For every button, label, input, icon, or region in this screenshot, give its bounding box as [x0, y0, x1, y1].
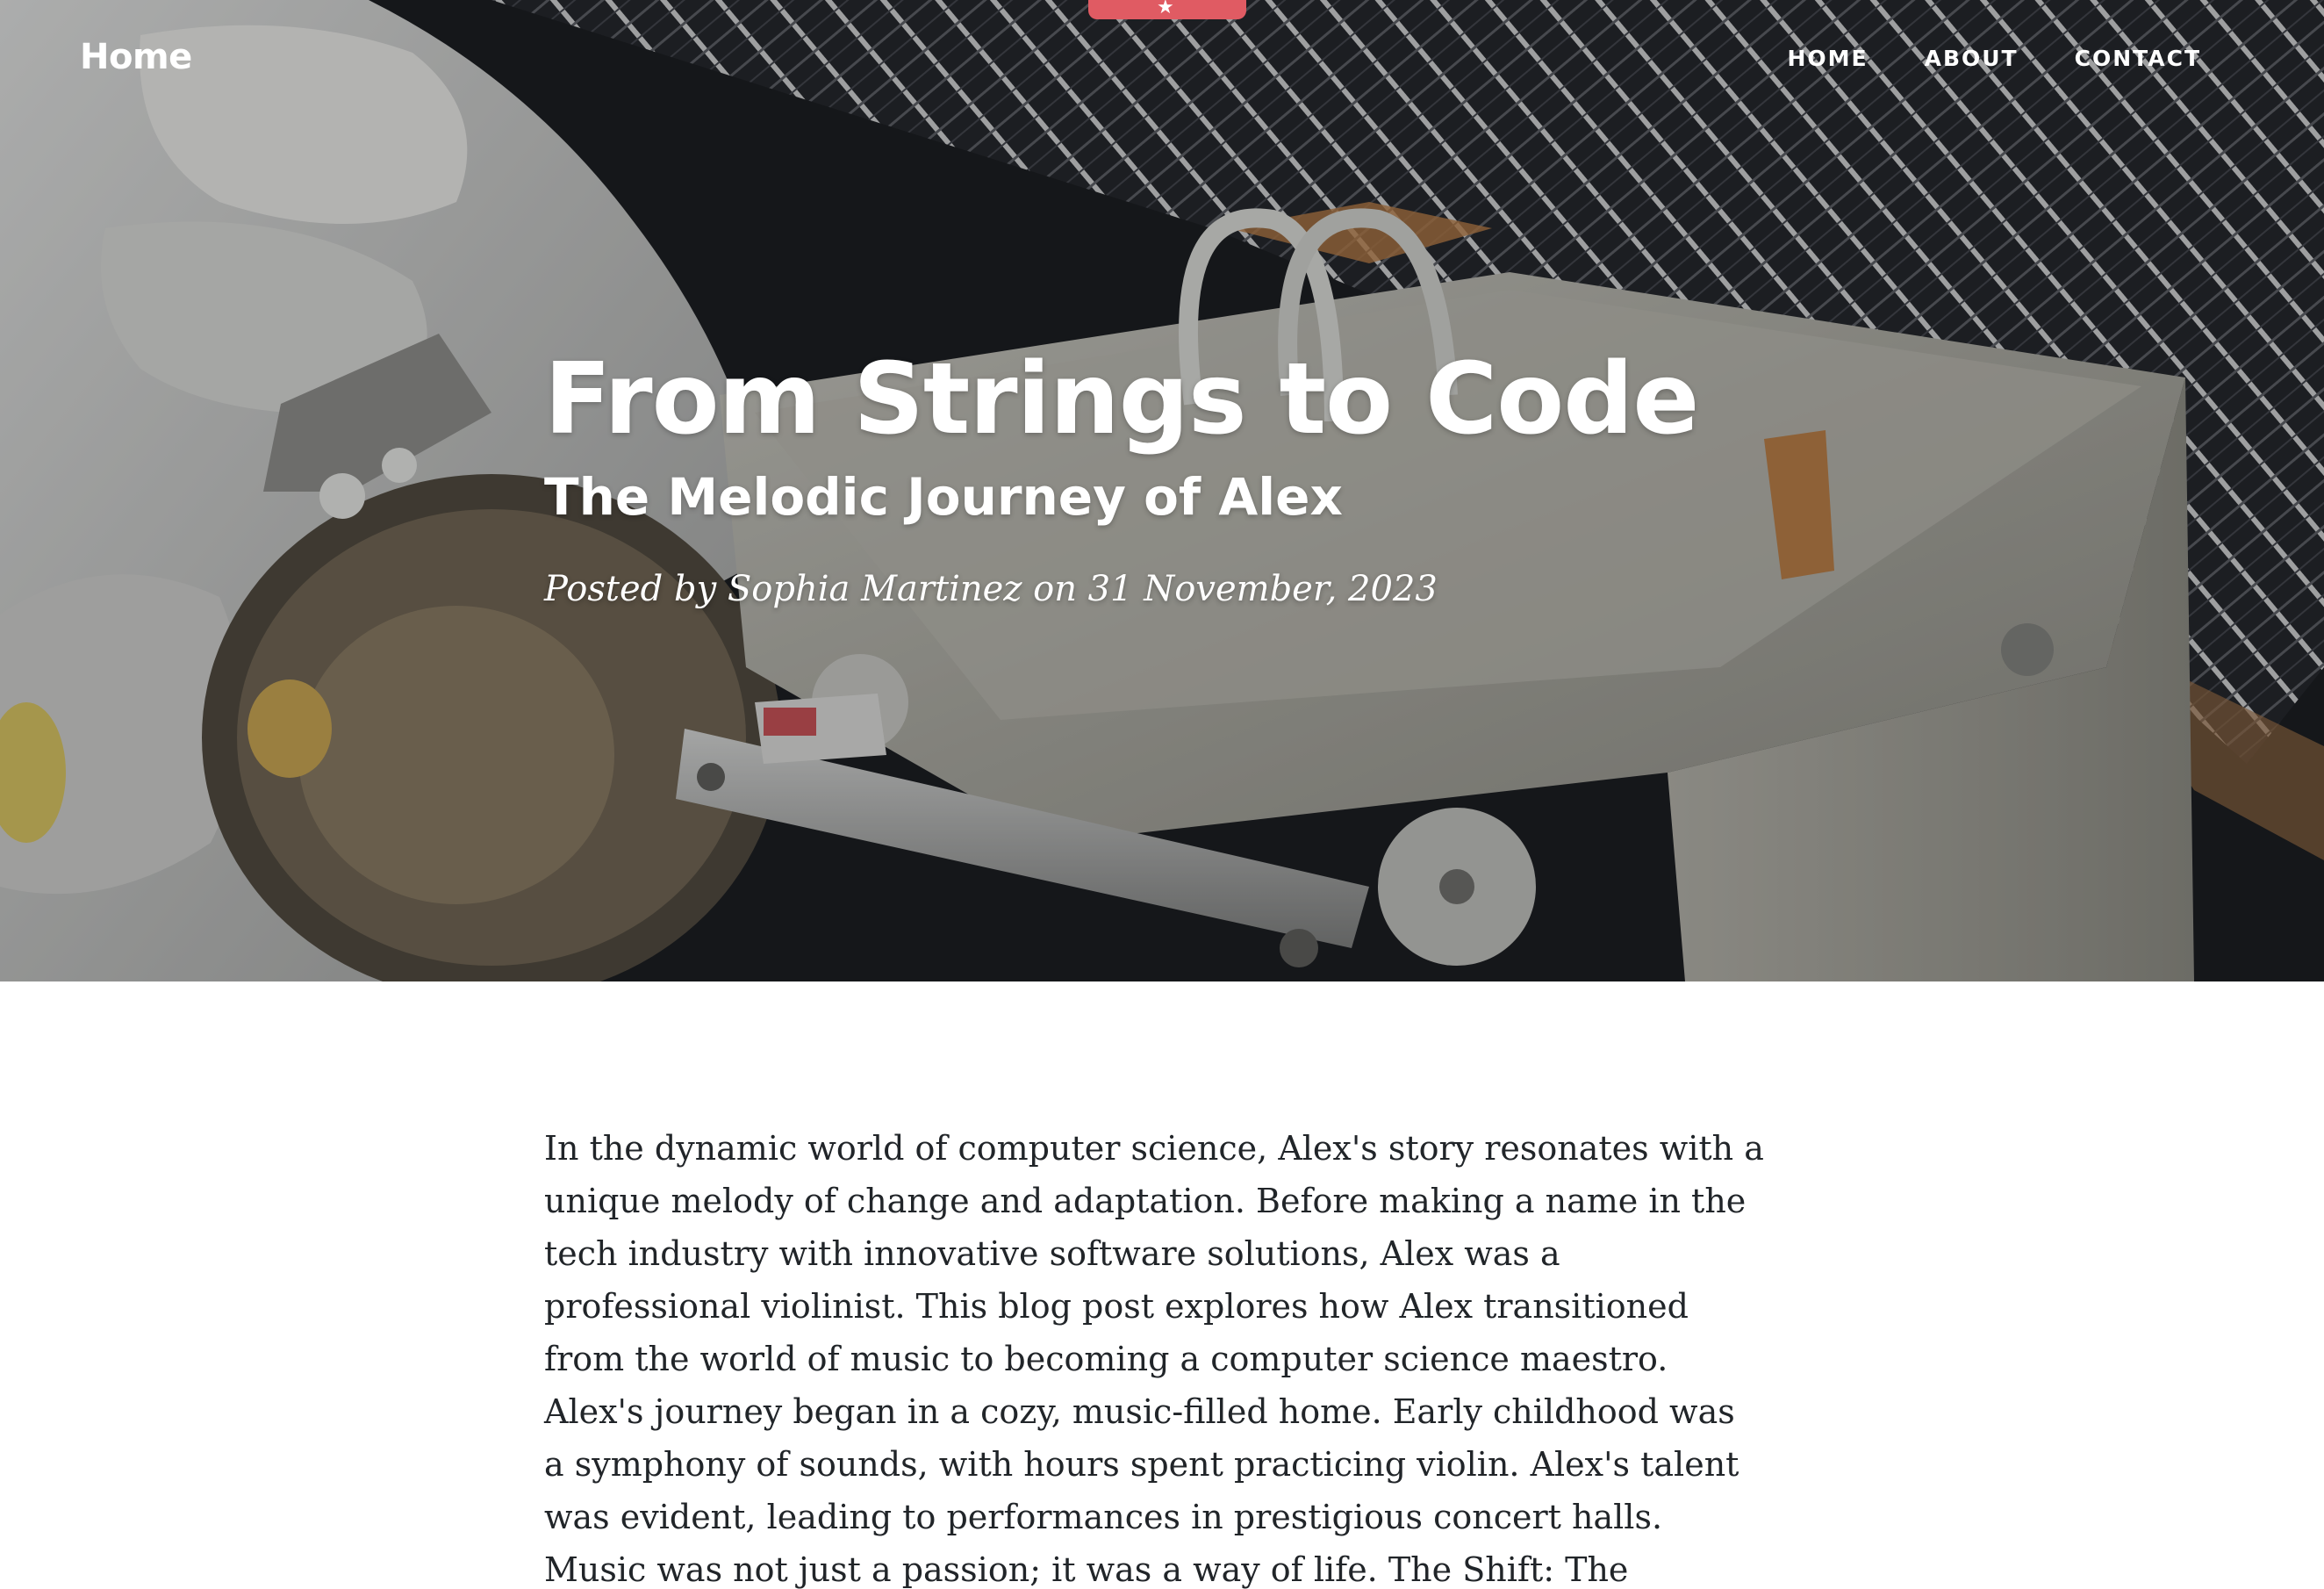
rocket-icon: ★ — [1157, 0, 1174, 18]
post-subtitle: The Melodic Journey of Alex — [544, 467, 1343, 527]
main-nav: HOME ABOUT CONTACT — [1787, 46, 2201, 71]
nav-link-contact[interactable]: CONTACT — [2075, 46, 2201, 71]
post-meta: Posted by Sophia Martinez on 31 November… — [544, 569, 1438, 609]
hero-header: ★ Home HOME ABOUT CONTACT From Strings t… — [0, 0, 2324, 981]
navbar-brand[interactable]: Home — [80, 37, 192, 77]
post-heading: From Strings to Code The Melodic Journey… — [544, 338, 1861, 612]
nav-link-about[interactable]: ABOUT — [1925, 46, 2019, 71]
nav-link-home[interactable]: HOME — [1787, 46, 1868, 71]
top-tab-badge[interactable]: ★ — [1088, 0, 1246, 19]
post-body: In the dynamic world of computer science… — [544, 1122, 1764, 1589]
post-title: From Strings to Code — [544, 342, 1699, 457]
post-paragraph: In the dynamic world of computer science… — [544, 1129, 1764, 1589]
